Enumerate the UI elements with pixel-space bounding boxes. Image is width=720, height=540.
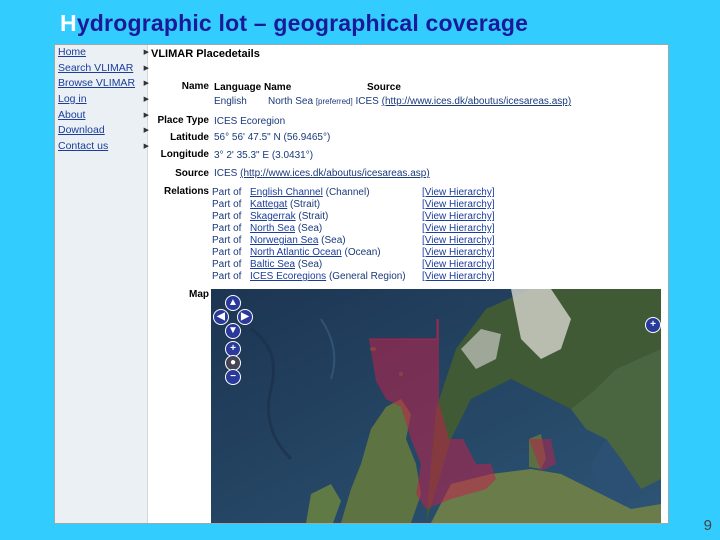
- zoom-out-button[interactable]: −: [225, 369, 241, 385]
- relation-part: Part of: [212, 259, 242, 270]
- nav-label: Download: [58, 124, 105, 137]
- relation-place-link[interactable]: North Atlantic Ocean: [250, 247, 342, 258]
- relation-type: (Strait): [290, 199, 321, 210]
- name-source-link[interactable]: (http://www.ices.dk/aboutus/icesareas.as…: [382, 96, 572, 107]
- arrow-right-icon: ▶: [143, 49, 149, 56]
- nav-label: Browse VLIMAR: [58, 77, 136, 90]
- relation-row: Part of Baltic Sea (Sea) [View Hierarchy]: [212, 259, 652, 271]
- view-hierarchy-link[interactable]: [View Hierarchy]: [422, 199, 495, 210]
- relation-part: Part of: [212, 247, 242, 258]
- arrow-right-icon: ▶: [143, 143, 149, 151]
- source-label: Source: [175, 168, 209, 179]
- nav-item-download[interactable]: Download ▶: [55, 123, 149, 139]
- name-value: North Sea: [268, 96, 314, 107]
- nav-item-contact[interactable]: Contact us ▶: [55, 139, 149, 155]
- title-rest: ydrographic lot – geographical coverage: [76, 10, 529, 36]
- arrow-right-icon: ▶: [143, 64, 149, 72]
- relation-row: Part of English Channel (Channel) [View Hi…: [212, 187, 652, 199]
- relation-type: (Strait): [298, 211, 329, 222]
- relation-row: Part of North Sea (Sea) [View Hierarchy]: [212, 223, 652, 235]
- left-navigation: Home ▶ Search VLIMAR ▶ Browse VLIMAR ▶ Log …: [55, 45, 149, 523]
- nav-item-login[interactable]: Log in ▶: [55, 92, 149, 108]
- view-hierarchy-link[interactable]: [View Hierarchy]: [422, 223, 495, 234]
- arrow-right-icon: ▶: [143, 80, 149, 88]
- page-number: 9: [703, 517, 712, 534]
- relation-place-link[interactable]: North Sea: [250, 223, 295, 234]
- nav-label: Contact us: [58, 140, 109, 153]
- nav-label: Log in: [58, 93, 87, 106]
- longitude-label: Longitude: [160, 149, 209, 160]
- relation-type: (Ocean): [344, 247, 381, 258]
- source-value: ICES: [214, 168, 238, 179]
- page-title: VLIMAR Placedetails: [151, 48, 260, 60]
- relation-part: Part of: [212, 187, 242, 198]
- placetype-value: ICES Ecoregion: [214, 116, 286, 127]
- relation-part: Part of: [212, 271, 242, 282]
- nav-label: About: [58, 108, 86, 121]
- relation-row: Part of Kattegat (Strait) [View Hierarchy]: [212, 199, 652, 211]
- nav-item-search[interactable]: Search VLIMAR ▶: [55, 61, 149, 77]
- arrow-right-icon: ▶: [143, 111, 149, 119]
- view-hierarchy-link[interactable]: [View Hierarchy]: [422, 247, 495, 258]
- view-hierarchy-link[interactable]: [View Hierarchy]: [422, 187, 495, 198]
- relation-place-link[interactable]: English Channel: [250, 187, 323, 198]
- view-hierarchy-link[interactable]: [View Hierarchy]: [422, 259, 495, 270]
- pan-left-button[interactable]: ◀: [213, 309, 229, 325]
- relation-place-link[interactable]: Skagerrak: [250, 211, 296, 222]
- relation-part: Part of: [212, 211, 242, 222]
- latitude-value: 56° 56' 47.5" N (56.9465°): [214, 132, 331, 143]
- relation-place-link[interactable]: Baltic Sea: [250, 259, 295, 270]
- arrow-right-icon: ▶: [143, 127, 149, 135]
- satellite-map[interactable]: ▲ ◀ ▶ ▼ + ● − +: [211, 289, 661, 523]
- source-header: Source: [367, 82, 401, 93]
- relation-part: Part of: [212, 235, 242, 246]
- layer-switcher-button[interactable]: +: [645, 317, 661, 333]
- pan-right-button[interactable]: ▶: [237, 309, 253, 325]
- pan-down-button[interactable]: ▼: [225, 323, 241, 339]
- relation-type: (Channel): [325, 187, 370, 198]
- relation-row: Part of North Atlantic Ocean (Ocean) [View…: [212, 247, 652, 259]
- screenshot-frame: Home ▶ Search VLIMAR ▶ Browse VLIMAR ▶ Log …: [54, 44, 669, 524]
- view-hierarchy-link[interactable]: [View Hierarchy]: [422, 211, 495, 222]
- language-header: Language: [214, 82, 262, 93]
- nav-label: Home: [58, 46, 87, 58]
- relation-type: (Sea): [321, 235, 346, 246]
- nav-label: Search VLIMAR: [58, 61, 134, 74]
- placetype-label: Place Type: [157, 115, 209, 126]
- relation-row: Part of ICES Ecoregions (General Region) […: [212, 271, 652, 283]
- relation-part: Part of: [212, 199, 242, 210]
- arrow-right-icon: ▶: [143, 96, 149, 104]
- view-hierarchy-link[interactable]: [View Hierarchy]: [422, 271, 495, 282]
- nav-item-browse[interactable]: Browse VLIMAR ▶: [55, 76, 149, 92]
- nav-item-about[interactable]: About ▶: [55, 108, 149, 124]
- relation-part: Part of: [212, 223, 242, 234]
- relations-label: Relations: [163, 186, 209, 197]
- relation-place-link[interactable]: Norwegian Sea: [250, 235, 318, 246]
- name-label: Name: [181, 81, 209, 92]
- place-details: VLIMAR Placedetails Name Language Name S…: [151, 45, 668, 523]
- name-source: ICES: [355, 96, 379, 107]
- nav-item-home[interactable]: Home ▶: [55, 45, 149, 61]
- map-canvas: [211, 289, 661, 523]
- relation-place-link[interactable]: ICES Ecoregions: [250, 271, 326, 282]
- pan-up-button[interactable]: ▲: [225, 295, 241, 311]
- relation-type: (Sea): [297, 259, 323, 270]
- name-language: English: [214, 96, 247, 107]
- slide-title: Hydrographic lot – geographical coverage: [60, 10, 528, 37]
- source-link[interactable]: (http://www.ices.dk/aboutus/icesareas.as…: [240, 168, 430, 179]
- preferred-tag: [preferred]: [315, 97, 353, 106]
- longitude-value: 3° 2' 35.3" E (3.0431°): [214, 150, 314, 161]
- name-header: Name: [264, 82, 292, 93]
- view-hierarchy-link[interactable]: [View Hierarchy]: [422, 235, 495, 246]
- relation-row: Part of Norwegian Sea (Sea) [View Hierarch…: [212, 235, 652, 247]
- latitude-label: Latitude: [170, 132, 209, 143]
- relation-type: (General Region): [328, 271, 406, 282]
- relation-type: (Sea): [297, 223, 323, 234]
- title-first-letter: H: [60, 10, 77, 36]
- map-label: Map: [189, 289, 209, 300]
- relation-place-link[interactable]: Kattegat: [250, 199, 287, 210]
- relation-row: Part of Skagerrak (Strait) [View Hierarchy…: [212, 211, 652, 223]
